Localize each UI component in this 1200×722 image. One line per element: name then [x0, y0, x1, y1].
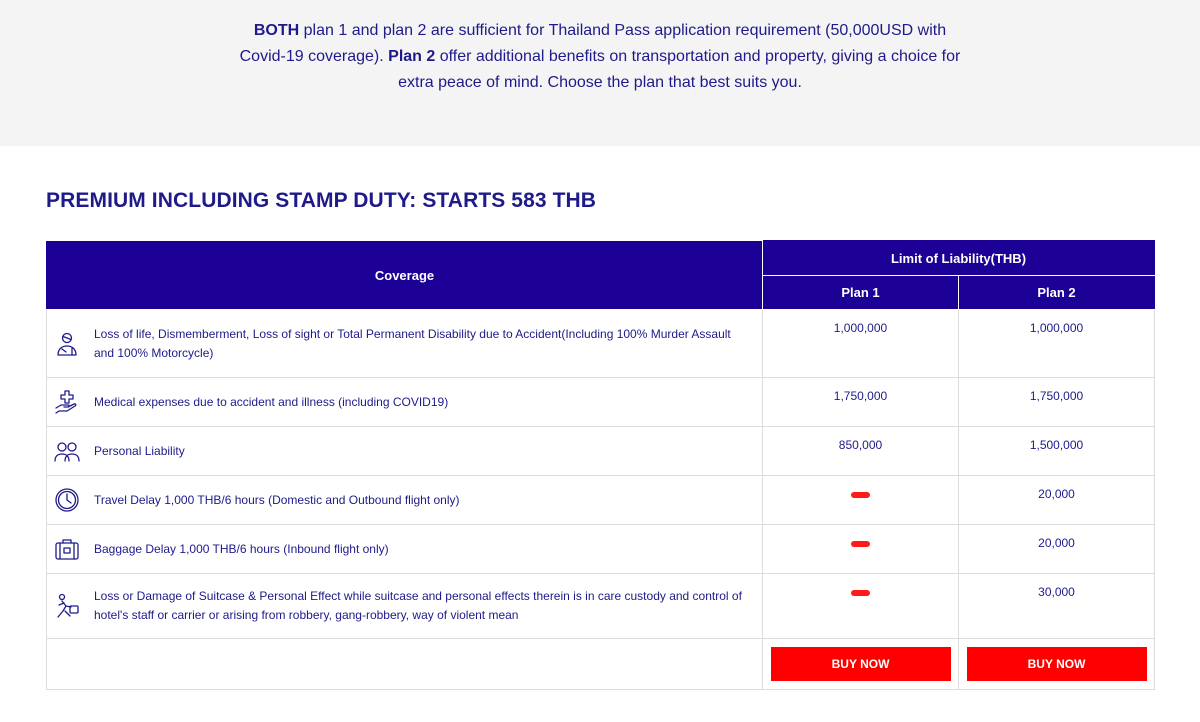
- coverage-cell: Travel Delay 1,000 THB/6 hours (Domestic…: [46, 475, 763, 525]
- coverage-cell: Loss or Damage of Suitcase & Personal Ef…: [46, 573, 763, 639]
- plan2-value: 1,750,000: [957, 377, 1156, 427]
- coverage-header: Coverage: [46, 240, 763, 310]
- intro-text-part2: offer additional benefits on transportat…: [398, 48, 961, 91]
- plan1-value: [762, 475, 959, 525]
- not-covered-dash: [851, 590, 870, 596]
- coverage-text: Loss of life, Dismemberment, Loss of sig…: [94, 326, 731, 360]
- plan2-value: 20,000: [957, 475, 1156, 525]
- intro-banner: BOTH plan 1 and plan 2 are sufficient fo…: [0, 0, 1200, 146]
- premium-title: PREMIUM INCLUDING STAMP DUTY: STARTS 583…: [46, 189, 597, 212]
- limit-header: Limit of Liability(THB): [761, 240, 1156, 276]
- medical-hand-icon: [53, 388, 81, 416]
- clock-icon: [53, 486, 81, 514]
- coverage-text: Loss or Damage of Suitcase & Personal Ef…: [94, 589, 742, 622]
- plan2-buy-cell: BUY NOW: [957, 638, 1156, 690]
- plan2-value: 30,000: [957, 573, 1156, 639]
- intro-text: BOTH plan 1 and plan 2 are sufficient fo…: [230, 18, 970, 96]
- coverage-cell: Loss of life, Dismemberment, Loss of sig…: [46, 309, 763, 378]
- coverage-text: Baggage Delay 1,000 THB/6 hours (Inbound…: [94, 541, 389, 556]
- plan2-value: 20,000: [957, 524, 1156, 574]
- coverage-cell: Medical expenses due to accident and ill…: [46, 377, 763, 427]
- people-icon: [53, 437, 81, 465]
- table-row: Medical expenses due to accident and ill…: [46, 377, 1156, 427]
- coverage-cell: Baggage Delay 1,000 THB/6 hours (Inbound…: [46, 524, 763, 574]
- table-row: Travel Delay 1,000 THB/6 hours (Domestic…: [46, 475, 1156, 525]
- buy-row: BUY NOW BUY NOW: [46, 638, 1156, 690]
- table-row: Baggage Delay 1,000 THB/6 hours (Inbound…: [46, 524, 1156, 574]
- plan1-buy-now-button[interactable]: BUY NOW: [770, 647, 951, 681]
- plan2-value: 1,500,000: [957, 426, 1156, 476]
- plan2-buy-now-button[interactable]: BUY NOW: [966, 647, 1147, 681]
- coverage-text: Medical expenses due to accident and ill…: [94, 394, 449, 409]
- table-row: Loss or Damage of Suitcase & Personal Ef…: [46, 573, 1156, 639]
- coverage-table: Coverage Limit of Liability(THB) Plan 1 …: [46, 240, 1156, 690]
- suitcase-icon: [53, 535, 81, 563]
- plan1-value: 1,750,000: [762, 377, 959, 427]
- plan1-header: Plan 1: [762, 275, 959, 310]
- plan1-value: [762, 573, 959, 639]
- plan1-value: 850,000: [762, 426, 959, 476]
- coverage-text: Travel Delay 1,000 THB/6 hours (Domestic…: [94, 492, 460, 507]
- intro-both: BOTH: [253, 22, 300, 39]
- plan2-value: 1,000,000: [957, 309, 1156, 378]
- not-covered-dash: [851, 541, 870, 547]
- coverage-text: Personal Liability: [94, 443, 185, 458]
- running-thief-icon: [53, 592, 81, 620]
- intro-plan2: Plan 2: [388, 48, 436, 65]
- not-covered-dash: [851, 492, 870, 498]
- table-row: Loss of life, Dismemberment, Loss of sig…: [46, 309, 1156, 378]
- buy-row-empty-cell: [46, 638, 763, 690]
- plan1-value: 1,000,000: [762, 309, 959, 378]
- injured-person-icon: [53, 330, 81, 358]
- table-row: Personal Liability 850,000 1,500,000: [46, 426, 1156, 476]
- plan1-value: [762, 524, 959, 574]
- plan1-buy-cell: BUY NOW: [762, 638, 959, 690]
- plan2-header: Plan 2: [957, 275, 1156, 310]
- coverage-cell: Personal Liability: [46, 426, 763, 476]
